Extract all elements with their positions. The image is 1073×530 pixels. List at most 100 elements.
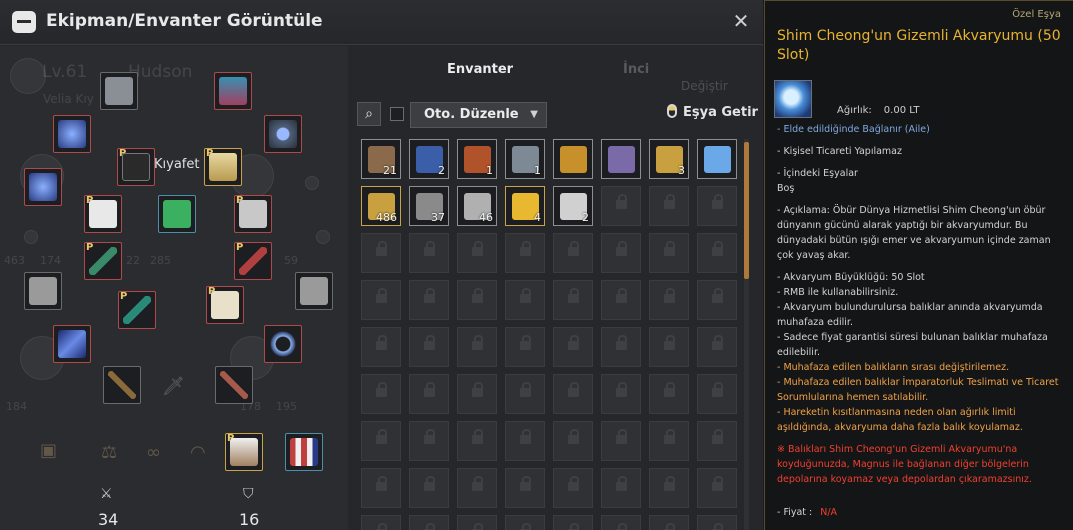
locked-slot[interactable] <box>361 421 401 461</box>
locked-slot[interactable] <box>505 468 545 508</box>
locked-slot[interactable] <box>361 515 401 530</box>
locked-slot[interactable] <box>361 327 401 367</box>
locked-slot[interactable] <box>409 327 449 367</box>
search-icon[interactable]: ⌕ <box>357 102 381 126</box>
slot-weapon-costume[interactable]: P <box>84 242 122 280</box>
locked-slot[interactable] <box>409 468 449 508</box>
slot-costume-armor[interactable] <box>214 72 252 110</box>
locked-slot[interactable] <box>697 186 737 226</box>
slot-badge[interactable] <box>285 433 323 471</box>
locked-slot[interactable] <box>649 233 689 273</box>
locked-slot[interactable] <box>601 468 641 508</box>
inventory-item[interactable]: 37 <box>409 186 449 226</box>
locked-slot[interactable] <box>553 421 593 461</box>
slot-gloves[interactable]: P <box>234 195 272 233</box>
slot-ring[interactable] <box>264 115 302 153</box>
locked-slot[interactable] <box>409 233 449 273</box>
tab-pearl[interactable]: İnci <box>623 62 649 77</box>
inventory-item[interactable] <box>553 139 593 179</box>
locked-slot[interactable] <box>601 421 641 461</box>
locked-slot[interactable] <box>553 374 593 414</box>
inventory-item[interactable] <box>601 139 641 179</box>
locked-slot[interactable] <box>457 421 497 461</box>
locked-slot[interactable] <box>649 327 689 367</box>
locked-slot[interactable] <box>505 374 545 414</box>
locked-slot[interactable] <box>697 233 737 273</box>
slot-costume[interactable]: P <box>204 148 242 186</box>
close-icon[interactable]: ✕ <box>730 10 752 32</box>
fetch-items-button[interactable]: Eşya Getir <box>667 104 758 126</box>
locked-slot[interactable] <box>457 233 497 273</box>
locked-slot[interactable] <box>601 186 641 226</box>
inventory-item[interactable]: 3 <box>649 139 689 179</box>
locked-slot[interactable] <box>601 233 641 273</box>
slot-lantern[interactable] <box>103 366 141 404</box>
locked-slot[interactable] <box>553 280 593 320</box>
inventory-item[interactable] <box>697 139 737 179</box>
locked-slot[interactable] <box>649 515 689 530</box>
locked-slot[interactable] <box>361 374 401 414</box>
slot-shoes[interactable]: P <box>84 195 122 233</box>
locked-slot[interactable] <box>553 468 593 508</box>
tab-inventory[interactable]: Envanter <box>447 62 513 77</box>
locked-slot[interactable] <box>505 280 545 320</box>
inventory-item[interactable]: 2 <box>553 186 593 226</box>
locked-slot[interactable] <box>409 515 449 530</box>
inventory-scrollbar[interactable] <box>744 139 749 530</box>
locked-slot[interactable] <box>649 186 689 226</box>
slot-pickaxe[interactable] <box>215 366 253 404</box>
slot-helmet[interactable] <box>295 272 333 310</box>
slot-belt[interactable] <box>53 325 91 363</box>
slot-armor-set[interactable] <box>100 72 138 110</box>
locked-slot[interactable] <box>457 515 497 530</box>
locked-slot[interactable] <box>457 468 497 508</box>
inventory-item[interactable]: 1 <box>457 139 497 179</box>
slot-underwear[interactable]: P <box>206 286 244 324</box>
slot-bracelet[interactable] <box>264 325 302 363</box>
inventory-item[interactable]: 1 <box>505 139 545 179</box>
locked-slot[interactable] <box>697 374 737 414</box>
locked-slot[interactable] <box>361 280 401 320</box>
inventory-item[interactable]: 4 <box>505 186 545 226</box>
slot-fishing-rod[interactable]: P <box>234 242 272 280</box>
locked-slot[interactable] <box>601 327 641 367</box>
locked-slot[interactable] <box>553 233 593 273</box>
locked-slot[interactable] <box>505 327 545 367</box>
locked-slot[interactable] <box>457 280 497 320</box>
scrollbar-thumb[interactable] <box>744 142 749 279</box>
locked-slot[interactable] <box>697 327 737 367</box>
locked-slot[interactable] <box>553 327 593 367</box>
locked-slot[interactable] <box>361 468 401 508</box>
locked-slot[interactable] <box>649 280 689 320</box>
inventory-item[interactable]: 21 <box>361 139 401 179</box>
title-bar[interactable]: Ekipman/Envanter Görüntüle ✕ <box>0 0 763 45</box>
select-checkbox[interactable] <box>390 107 404 121</box>
slot-necklace[interactable] <box>53 115 91 153</box>
slot-earring[interactable] <box>24 168 62 206</box>
locked-slot[interactable] <box>409 421 449 461</box>
inventory-item[interactable]: 2 <box>409 139 449 179</box>
inventory-item[interactable]: 486 <box>361 186 401 226</box>
locked-slot[interactable] <box>601 374 641 414</box>
locked-slot[interactable] <box>505 421 545 461</box>
locked-slot[interactable] <box>409 374 449 414</box>
locked-slot[interactable] <box>649 468 689 508</box>
locked-slot[interactable] <box>649 374 689 414</box>
locked-slot[interactable] <box>649 421 689 461</box>
locked-slot[interactable] <box>457 327 497 367</box>
locked-slot[interactable] <box>697 280 737 320</box>
slot-hat[interactable]: P <box>117 148 155 186</box>
locked-slot[interactable] <box>457 374 497 414</box>
locked-slot[interactable] <box>601 280 641 320</box>
sort-dropdown[interactable]: Oto. Düzenle ▼ <box>410 102 547 128</box>
locked-slot[interactable] <box>601 515 641 530</box>
locked-slot[interactable] <box>505 233 545 273</box>
locked-slot[interactable] <box>697 421 737 461</box>
locked-slot[interactable] <box>697 515 737 530</box>
slot-armor[interactable] <box>24 272 62 310</box>
locked-slot[interactable] <box>505 515 545 530</box>
locked-slot[interactable] <box>697 468 737 508</box>
slot-alchemy-stone[interactable] <box>158 195 196 233</box>
locked-slot[interactable] <box>409 280 449 320</box>
slot-pet-costume[interactable]: P <box>225 433 263 471</box>
